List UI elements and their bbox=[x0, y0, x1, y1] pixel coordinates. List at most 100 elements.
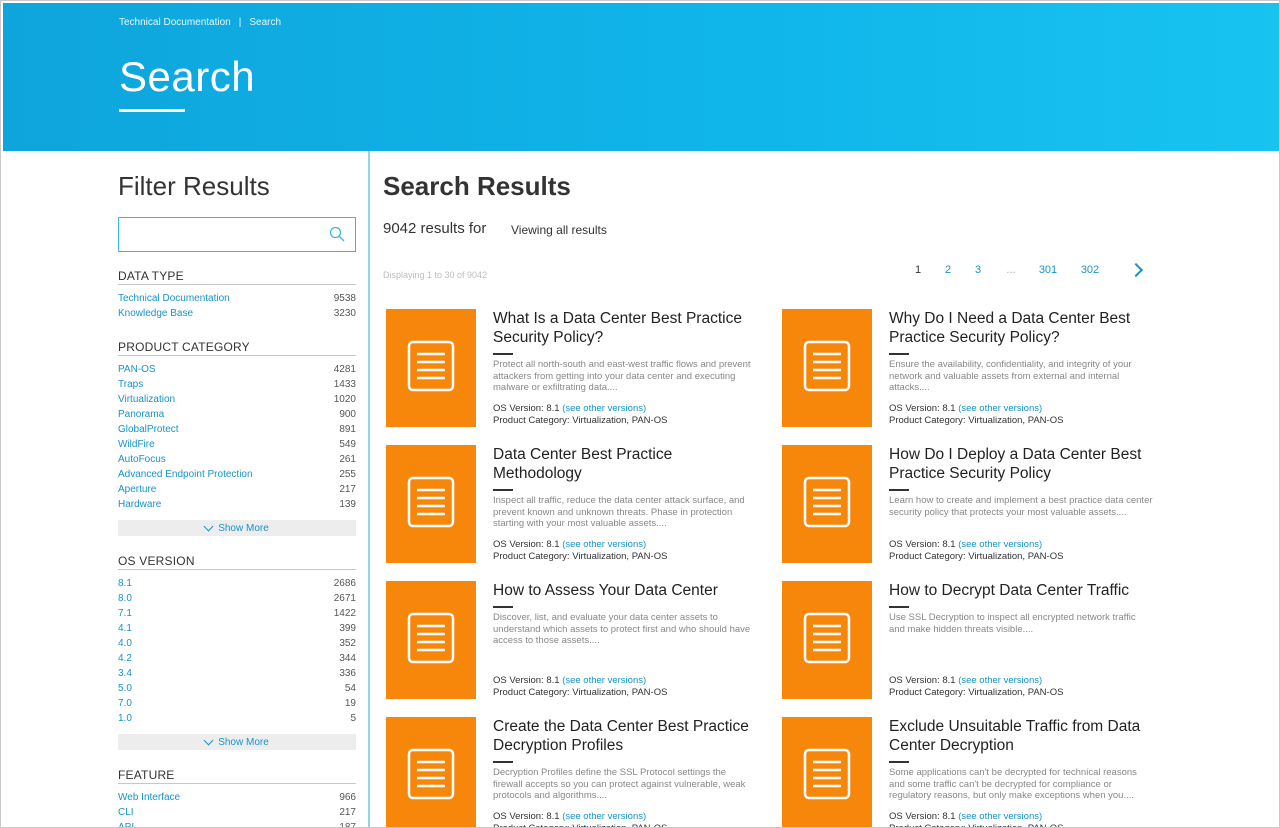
facet-row-os-version: 4.0 352 bbox=[118, 636, 356, 651]
facet-link[interactable]: 8.0 bbox=[118, 591, 132, 606]
result-description: Ensure the availability, confidentiality… bbox=[889, 359, 1132, 393]
result-os-version: OS Version: 8.1 (see other versions) bbox=[493, 811, 763, 823]
see-other-versions-link[interactable]: (see other versions) bbox=[562, 539, 646, 550]
result-title[interactable]: Exclude Unsuitable Traffic from Data Cen… bbox=[889, 717, 1154, 755]
see-other-versions-link[interactable]: (see other versions) bbox=[562, 811, 646, 822]
facet-link[interactable]: 7.1 bbox=[118, 606, 132, 621]
pagination-page[interactable]: 2 bbox=[933, 264, 963, 276]
facet-link[interactable]: AutoFocus bbox=[118, 452, 166, 467]
document-thumbnail[interactable] bbox=[782, 445, 872, 563]
result-card[interactable]: How to Decrypt Data Center Traffic Use SS… bbox=[779, 581, 1159, 699]
document-thumbnail[interactable] bbox=[386, 581, 476, 699]
result-title[interactable]: Why Do I Need a Data Center Best Practic… bbox=[889, 309, 1154, 347]
search-icon[interactable] bbox=[329, 226, 345, 242]
results-count: 9042 results for bbox=[383, 220, 487, 237]
see-other-versions-link[interactable]: (see other versions) bbox=[562, 403, 646, 414]
facet-link[interactable]: Knowledge Base bbox=[118, 306, 193, 321]
facet-link[interactable]: Advanced Endpoint Protection bbox=[118, 467, 253, 482]
facet-count: 217 bbox=[339, 807, 356, 818]
facet-link[interactable]: Panorama bbox=[118, 407, 164, 422]
breadcrumb-root-link[interactable]: Technical Documentation bbox=[119, 17, 231, 28]
facet-row-os-version: 5.0 54 bbox=[118, 681, 356, 696]
pagination-page[interactable]: 1 bbox=[903, 264, 933, 276]
pagination: 1 2 3... 301 302 bbox=[903, 262, 1144, 278]
title-rule bbox=[493, 761, 513, 763]
facet-link[interactable]: GlobalProtect bbox=[118, 422, 179, 437]
show-more-button[interactable]: Show More bbox=[118, 520, 356, 536]
facet-heading: FEATURE bbox=[118, 768, 356, 784]
facet-link[interactable]: 4.1 bbox=[118, 621, 132, 636]
facet-link[interactable]: Aperture bbox=[118, 482, 156, 497]
facet-link[interactable]: PAN-OS bbox=[118, 362, 156, 377]
facet-count: 344 bbox=[339, 653, 356, 664]
facet-row-product-category: Virtualization 1020 bbox=[118, 392, 356, 407]
facet-os-version: OS VERSION 8.1 2686 8.0 2671 7.1 1422 4.1 399 4.… bbox=[118, 554, 356, 750]
facet-link[interactable]: 5.0 bbox=[118, 681, 132, 696]
result-title[interactable]: Create the Data Center Best Practice Dec… bbox=[493, 717, 758, 755]
show-more-button[interactable]: Show More bbox=[118, 734, 356, 750]
result-card[interactable]: Why Do I Need a Data Center Best Practic… bbox=[779, 309, 1159, 427]
facet-link[interactable]: 1.0 bbox=[118, 711, 132, 726]
chevron-right-icon[interactable] bbox=[1128, 262, 1144, 278]
result-body: What Is a Data Center Best Practice Secu… bbox=[493, 309, 758, 395]
os-version-label: OS Version: 8.1 bbox=[889, 539, 956, 550]
facet-count: 5 bbox=[350, 713, 356, 724]
pagination-page[interactable]: 302 bbox=[1067, 264, 1113, 276]
facet-heading: PRODUCT CATEGORY bbox=[118, 340, 356, 356]
result-description: Inspect all traffic, reduce the data cen… bbox=[493, 495, 745, 529]
result-description: Learn how to create and implement a best… bbox=[889, 495, 1153, 518]
pagination-page[interactable]: 3 bbox=[963, 264, 993, 276]
facet-link[interactable]: 7.0 bbox=[118, 696, 132, 711]
document-thumbnail[interactable] bbox=[782, 309, 872, 427]
result-title[interactable]: How Do I Deploy a Data Center Best Pract… bbox=[889, 445, 1154, 483]
pagination-page[interactable]: 301 bbox=[1029, 264, 1067, 276]
breadcrumb-separator: | bbox=[238, 17, 242, 28]
result-body: How Do I Deploy a Data Center Best Pract… bbox=[889, 445, 1154, 531]
facet-link[interactable]: Hardware bbox=[118, 497, 161, 512]
see-other-versions-link[interactable]: (see other versions) bbox=[958, 675, 1042, 686]
facet-link[interactable]: Web Interface bbox=[118, 790, 180, 805]
document-thumbnail[interactable] bbox=[782, 717, 872, 827]
result-category: Product Category: Virtualization, PAN-OS bbox=[493, 687, 668, 698]
result-card[interactable]: Data Center Best Practice Methodology Ins… bbox=[383, 445, 763, 563]
see-other-versions-link[interactable]: (see other versions) bbox=[562, 675, 646, 686]
facet-link[interactable]: 4.2 bbox=[118, 651, 132, 666]
document-thumbnail[interactable] bbox=[386, 445, 476, 563]
document-thumbnail[interactable] bbox=[386, 717, 476, 827]
result-card[interactable]: Create the Data Center Best Practice Dec… bbox=[383, 717, 763, 827]
facet-count: 399 bbox=[339, 623, 356, 634]
result-card[interactable]: Exclude Unsuitable Traffic from Data Cen… bbox=[779, 717, 1159, 827]
see-other-versions-link[interactable]: (see other versions) bbox=[958, 403, 1042, 414]
facet-link[interactable]: API bbox=[118, 820, 134, 827]
facet-count: 139 bbox=[339, 499, 356, 510]
facet-count: 900 bbox=[339, 409, 356, 420]
facet-link[interactable]: 8.1 bbox=[118, 576, 132, 591]
result-title[interactable]: What Is a Data Center Best Practice Secu… bbox=[493, 309, 758, 347]
document-thumbnail[interactable] bbox=[386, 309, 476, 427]
facet-link[interactable]: CLI bbox=[118, 805, 134, 820]
see-other-versions-link[interactable]: (see other versions) bbox=[958, 539, 1042, 550]
title-rule bbox=[889, 489, 909, 491]
facet-link[interactable]: Virtualization bbox=[118, 392, 175, 407]
result-title[interactable]: Data Center Best Practice Methodology bbox=[493, 445, 758, 483]
facet-row-feature: Web Interface 966 bbox=[118, 790, 356, 805]
result-card[interactable]: How to Assess Your Data Center Discover, … bbox=[383, 581, 763, 699]
result-title[interactable]: How to Decrypt Data Center Traffic bbox=[889, 581, 1154, 600]
facet-link[interactable]: 3.4 bbox=[118, 666, 132, 681]
result-category: Product Category: Virtualization, PAN-OS bbox=[889, 823, 1159, 827]
facet-link[interactable]: 4.0 bbox=[118, 636, 132, 651]
facet-link[interactable]: Traps bbox=[118, 377, 143, 392]
facet-link[interactable]: Technical Documentation bbox=[118, 291, 230, 306]
os-version-label: OS Version: 8.1 bbox=[493, 539, 560, 550]
facet-link[interactable]: WildFire bbox=[118, 437, 155, 452]
filter-search-input[interactable] bbox=[119, 218, 319, 251]
breadcrumb-current-link[interactable]: Search bbox=[249, 17, 281, 28]
facet-row-feature: API 187 bbox=[118, 820, 356, 827]
result-card[interactable]: What Is a Data Center Best Practice Secu… bbox=[383, 309, 763, 427]
facet-count: 549 bbox=[339, 439, 356, 450]
result-card[interactable]: How Do I Deploy a Data Center Best Pract… bbox=[779, 445, 1159, 563]
document-thumbnail[interactable] bbox=[782, 581, 872, 699]
see-other-versions-link[interactable]: (see other versions) bbox=[958, 811, 1042, 822]
result-os-version: OS Version: 8.1 (see other versions) bbox=[493, 539, 763, 551]
result-title[interactable]: How to Assess Your Data Center bbox=[493, 581, 758, 600]
